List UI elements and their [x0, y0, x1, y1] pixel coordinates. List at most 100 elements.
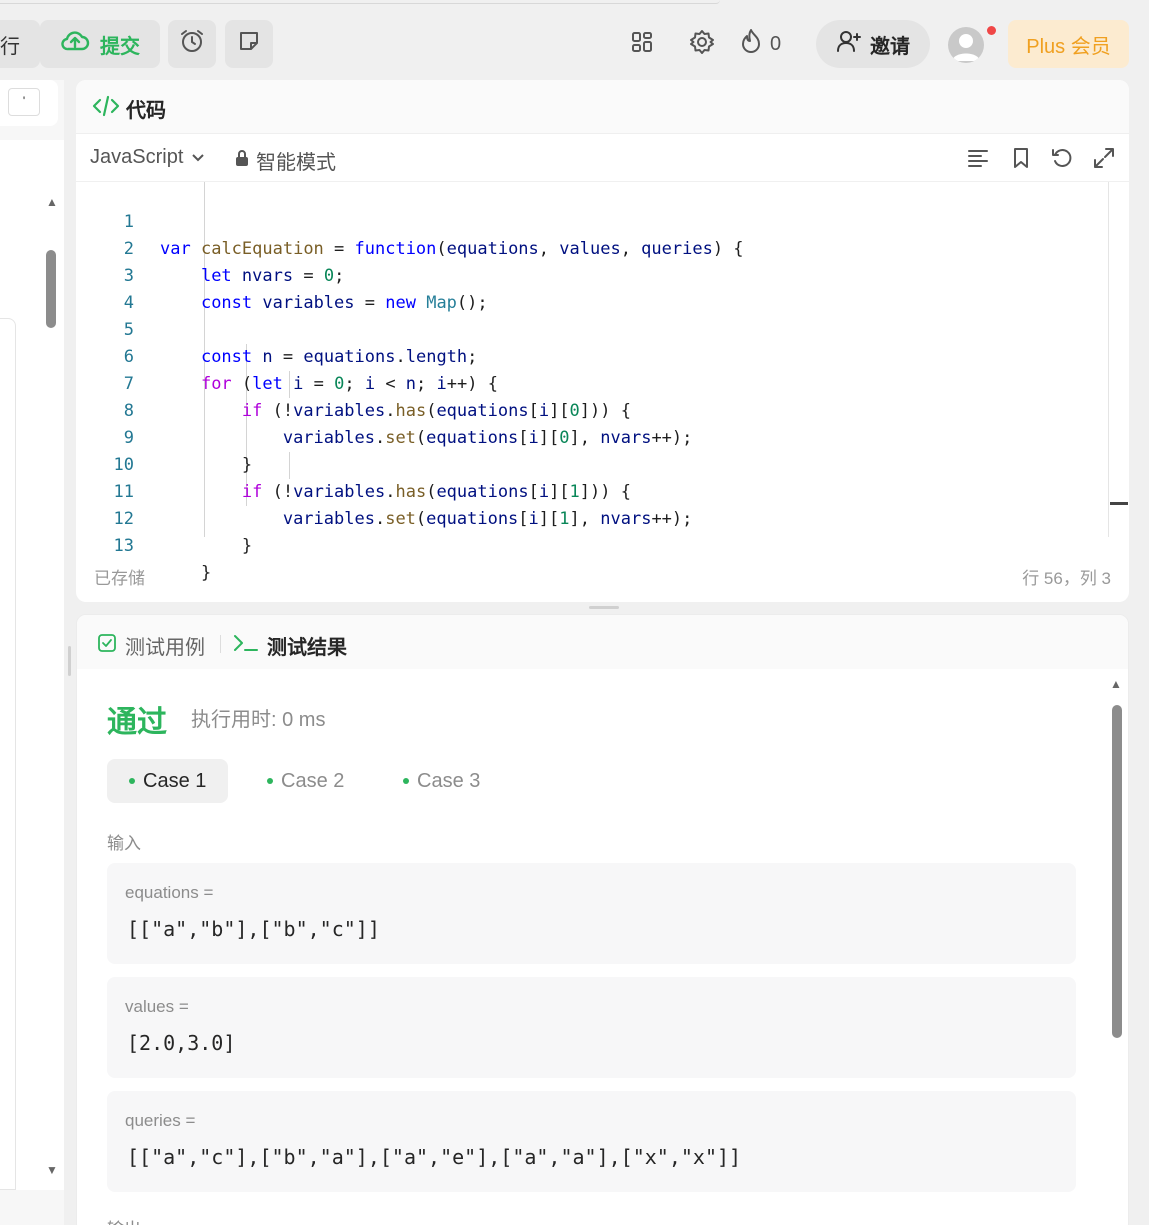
layout-grid-button[interactable] [622, 24, 662, 64]
result-status: 通过 [107, 706, 167, 739]
input-section-label: 输入 [107, 834, 141, 853]
result-scrollbar[interactable] [1112, 705, 1122, 1038]
code-text: } [160, 455, 253, 475]
bookmark-icon [1009, 148, 1033, 174]
fire-icon [740, 28, 762, 60]
bookmark-button[interactable] [1009, 146, 1035, 172]
undo-icon [1050, 149, 1074, 174]
smart-mode-label: 智能模式 [256, 152, 336, 174]
case-tab-2[interactable]: Case 2 [245, 759, 366, 803]
fire-count: 0 [770, 32, 782, 55]
code-title-text: 代码 [126, 100, 166, 122]
code-line: 2 let nvars = 0; [76, 209, 345, 286]
scroll-up-arrow-icon[interactable]: ▲ [1110, 677, 1122, 691]
code-text: if (!variables.has(equations[i][0])) { [241, 401, 631, 421]
pass-dot-icon [403, 778, 409, 784]
case-label: Case 2 [281, 769, 345, 792]
format-code-button[interactable] [966, 146, 992, 172]
code-text: const variables = new Map(); [200, 293, 488, 313]
problem-scrollbar[interactable] [46, 250, 56, 328]
code-text: let nvars = 0; [200, 266, 345, 286]
code-line: 6 for (let i = 0; i < n; i++) { [76, 317, 498, 394]
output-section-label: 输出 [107, 1215, 141, 1225]
code-line: 9 } [76, 398, 252, 475]
code-text: } [160, 536, 253, 556]
streak-counter[interactable]: 0 [740, 24, 781, 64]
alarm-clock-icon [179, 28, 205, 60]
code-text: var calcEquation = function(equations, v… [160, 239, 744, 259]
code-text: variables.set(equations[i][1], nvars++); [282, 509, 693, 529]
scroll-down-arrow-icon[interactable]: ▼ [46, 1163, 58, 1177]
code-line: 8 variables.set(equations[i][0], nvars++… [76, 371, 693, 448]
code-text: const n = equations.length; [200, 347, 478, 367]
input-name: equations = [125, 883, 214, 902]
runtime-text: 执行用时: 0 ms [191, 709, 326, 731]
input-value: [["a","c"],["b","a"],["a","e"],["a","a"]… [127, 1145, 742, 1169]
case-tab-3[interactable]: Case 3 [381, 759, 502, 803]
indent-guide [289, 452, 290, 479]
smart-mode-toggle[interactable]: 智能模式 [234, 146, 336, 175]
code-icon [92, 95, 120, 123]
input-value: [2.0,3.0] [127, 1031, 236, 1055]
problem-card [0, 318, 16, 1190]
checkbox-icon [97, 633, 117, 659]
language-select[interactable]: JavaScript [90, 146, 205, 169]
line-number: 13 [113, 536, 134, 556]
notification-dot [987, 26, 996, 35]
submit-button[interactable]: 提交 [40, 20, 160, 68]
expand-icon [1092, 148, 1116, 174]
code-text: if (!variables.has(equations[i][1])) { [241, 482, 631, 502]
code-text: for (let i = 0; i < n; i++) { [200, 374, 498, 394]
code-line: 1 var calcEquation = function(equations,… [76, 182, 744, 259]
vertical-resize-handle[interactable] [589, 606, 619, 609]
cursor-position: 行 56，列 3 [1022, 569, 1111, 588]
code-editor[interactable]: 1 var calcEquation = function(equations,… [76, 182, 1129, 583]
invite-button[interactable]: 邀请 [816, 20, 930, 68]
case-tab-1[interactable]: Case 1 [107, 759, 229, 803]
editor-cursor-marker [1110, 502, 1128, 505]
run-button[interactable]: 行 [0, 20, 40, 68]
code-text: variables.set(equations[i][0], nvars++); [282, 428, 693, 448]
reset-code-button[interactable] [1050, 146, 1076, 172]
result-panel: 测试用例 测试结果 通过 执行用时: 0 ms Case 1 Case 2 Ca… [76, 614, 1129, 1225]
result-panel-header: 测试用例 测试结果 [77, 615, 1128, 669]
editor-scrollbar[interactable] [1108, 182, 1109, 537]
shortcut-key[interactable]: ' [8, 88, 40, 116]
align-left-icon [966, 150, 990, 174]
code-line: 5 const n = equations.length; [76, 290, 478, 367]
scroll-up-arrow-icon[interactable]: ▲ [46, 195, 58, 209]
chevron-down-icon [191, 146, 205, 169]
editor-toolbar: JavaScript 智能模式 [76, 134, 1129, 182]
code-panel-title: 代码 [92, 94, 166, 123]
code-panel-header: 代码 [76, 80, 1129, 134]
avatar[interactable] [948, 27, 984, 63]
tab-result[interactable]: 测试结果 [233, 631, 347, 660]
tab-divider [220, 635, 221, 653]
tab-result-label: 测试结果 [267, 637, 347, 659]
code-line: 13 } [76, 506, 212, 583]
submit-label: 提交 [100, 35, 140, 58]
pass-dot-icon [129, 778, 135, 784]
terminal-icon [233, 633, 259, 659]
case-label: Case 3 [417, 769, 481, 792]
code-text: } [160, 563, 212, 583]
code-line: 12 } [76, 479, 253, 556]
invite-label: 邀请 [870, 35, 910, 58]
cloud-upload-icon [60, 29, 90, 59]
fullscreen-button[interactable] [1092, 146, 1118, 172]
input-value: [["a","b"],["b","c"]] [127, 917, 380, 941]
input-name: values = [125, 997, 189, 1016]
input-box-equations[interactable]: equations = [["a","b"],["b","c"]] [107, 863, 1076, 964]
top-toolbar: 行 提交 0 邀请 Plus 会员 [0, 0, 1149, 80]
alarm-clock-button[interactable] [168, 20, 216, 68]
tab-testcase-label: 测试用例 [125, 637, 205, 659]
lock-icon [234, 149, 250, 173]
note-button[interactable] [225, 20, 273, 68]
horizontal-resize-handle[interactable] [68, 646, 71, 676]
input-box-values[interactable]: values = [2.0,3.0] [107, 977, 1076, 1078]
input-box-queries[interactable]: queries = [["a","c"],["b","a"],["a","e"]… [107, 1091, 1076, 1192]
settings-button[interactable] [682, 24, 722, 64]
plus-membership-button[interactable]: Plus 会员 [1008, 20, 1129, 68]
problem-panel-toolbar: ' [0, 80, 58, 126]
tab-testcase[interactable]: 测试用例 [97, 631, 205, 660]
